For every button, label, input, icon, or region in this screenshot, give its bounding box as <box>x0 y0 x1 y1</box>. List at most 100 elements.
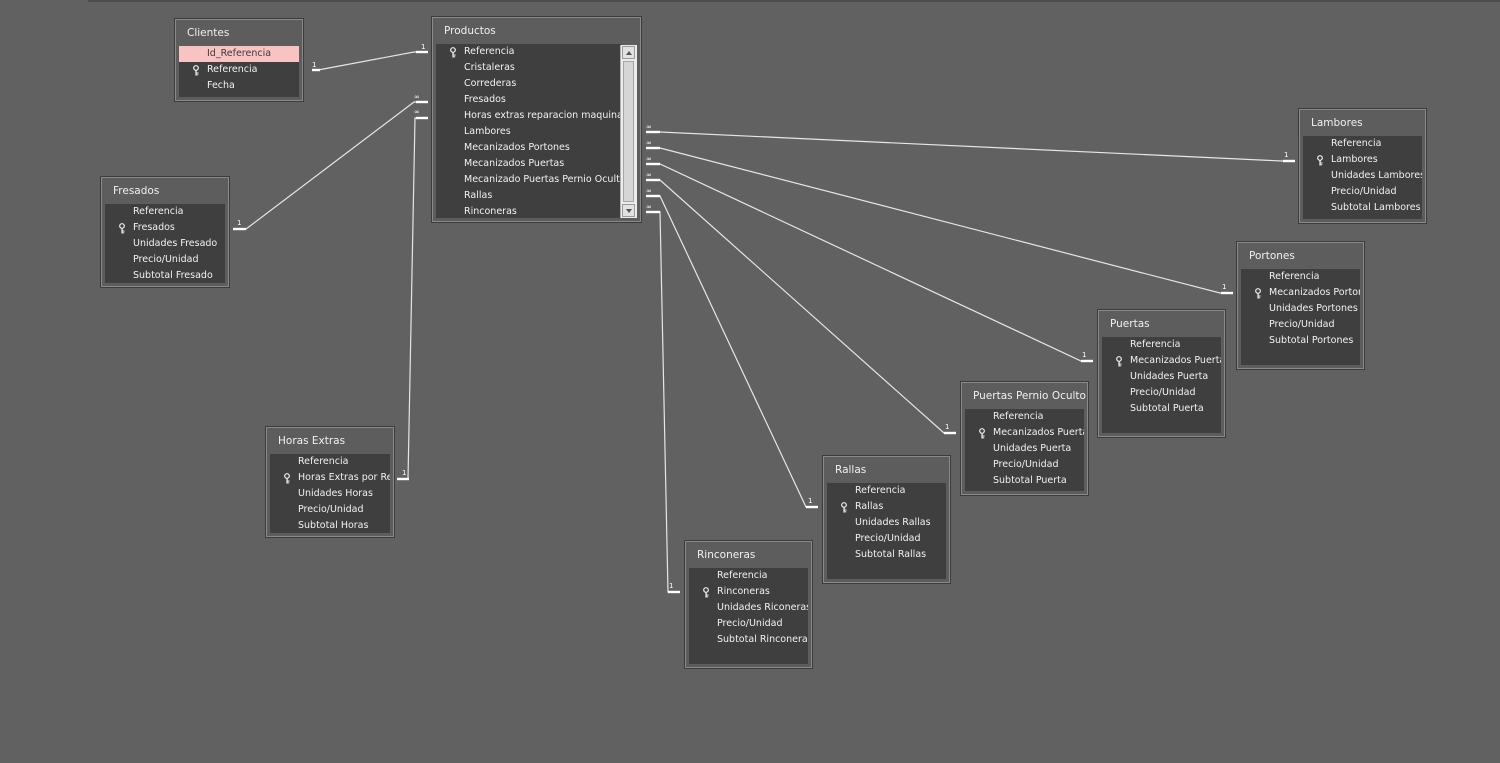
field-row[interactable]: Fecha <box>179 78 299 94</box>
field-row[interactable]: Precio/Unidad <box>689 616 808 632</box>
field-row[interactable]: Unidades Fresado <box>105 236 225 252</box>
table-rinconeras[interactable]: Rinconeras Referencia Rinconeras Unidade… <box>685 541 812 668</box>
field-name: Referencia <box>298 456 349 467</box>
field-row[interactable]: Referencia <box>1102 337 1221 353</box>
table-lambores[interactable]: Lambores Referencia Lambores Unidades La… <box>1299 109 1426 223</box>
field-row[interactable]: Rallas <box>827 499 946 515</box>
table-title[interactable]: Puertas Pernio Oculto <box>962 383 1087 409</box>
field-list[interactable]: Referencia Horas Extras por Rep Unidades… <box>270 454 390 533</box>
table-clientes[interactable]: Clientes Id_Referencia Referencia Fecha <box>175 19 303 101</box>
field-list[interactable]: Referencia Cristaleras Correderas Fresad… <box>436 44 621 218</box>
table-portones[interactable]: Portones Referencia Mecanizados Porton U… <box>1237 242 1364 369</box>
field-row[interactable]: Referencia <box>270 454 390 470</box>
card-one: 1 <box>669 582 673 590</box>
table-rallas[interactable]: Rallas Referencia Rallas Unidades Rallas… <box>823 456 950 583</box>
field-row[interactable]: Subtotal Puerta <box>965 473 1084 489</box>
field-list[interactable]: Referencia Lambores Unidades Lambores Pr… <box>1303 136 1422 219</box>
field-row[interactable]: Referencia <box>689 568 808 584</box>
vertical-scrollbar[interactable] <box>620 45 637 218</box>
table-title[interactable]: Horas Extras <box>267 428 393 454</box>
field-row[interactable]: Referencia <box>436 44 621 60</box>
field-row[interactable]: Precio/Unidad <box>1102 385 1221 401</box>
field-row[interactable]: Cristaleras <box>436 60 621 76</box>
field-row[interactable]: Subtotal Horas <box>270 518 390 533</box>
field-row[interactable]: Subtotal Fresado <box>105 268 225 283</box>
field-row[interactable]: Unidades Horas <box>270 486 390 502</box>
field-row[interactable]: Mecanizados Puertas <box>436 156 621 172</box>
field-row[interactable]: Unidades Riconeras <box>689 600 808 616</box>
table-title[interactable]: Lambores <box>1300 110 1425 136</box>
field-list[interactable]: Referencia Rallas Unidades Rallas Precio… <box>827 483 946 579</box>
field-row[interactable]: Subtotal Puerta <box>1102 401 1221 417</box>
field-row[interactable]: Mecanizados Puerta <box>965 425 1084 441</box>
field-row[interactable]: Referencia <box>965 409 1084 425</box>
field-row[interactable]: Horas extras reparacion maquina <box>436 108 621 124</box>
field-list[interactable]: Referencia Rinconeras Unidades Riconeras… <box>689 568 808 664</box>
field-row[interactable]: Referencia <box>179 62 299 78</box>
field-row[interactable]: Mecanizados Portones <box>436 140 621 156</box>
table-title[interactable]: Clientes <box>176 20 302 46</box>
field-row[interactable]: Precio/Unidad <box>105 252 225 268</box>
field-row[interactable]: Unidades Puerta <box>1102 369 1221 385</box>
field-list[interactable]: Id_Referencia Referencia Fecha <box>179 46 299 97</box>
card-one: 1 <box>808 497 812 505</box>
field-row[interactable]: Horas Extras por Rep <box>270 470 390 486</box>
field-list[interactable]: Referencia Mecanizados Puerta Unidades P… <box>965 409 1084 491</box>
table-title[interactable]: Fresados <box>102 178 228 204</box>
field-row[interactable]: Rallas <box>436 188 621 204</box>
field-row[interactable]: Referencia <box>827 483 946 499</box>
scroll-up-arrow-icon[interactable] <box>622 46 635 59</box>
field-row[interactable]: Subtotal Rinconeras <box>689 632 808 648</box>
table-productos[interactable]: Productos Referencia Cristaleras Correde… <box>432 17 641 222</box>
table-title[interactable]: Puertas <box>1099 311 1224 337</box>
field-name: Precio/Unidad <box>298 504 364 515</box>
field-row[interactable]: Correderas <box>436 76 621 92</box>
field-list[interactable]: Referencia Fresados Unidades Fresado Pre… <box>105 204 225 283</box>
field-row[interactable]: Rinconeras <box>689 584 808 600</box>
scroll-thumb[interactable] <box>623 61 634 202</box>
field-row[interactable]: Referencia <box>105 204 225 220</box>
table-title[interactable]: Rinconeras <box>686 542 811 568</box>
field-name: Subtotal Horas <box>298 520 369 531</box>
card-one: 1 <box>1222 283 1226 291</box>
field-name: Mecanizados Puertas <box>464 158 565 169</box>
table-title[interactable]: Rallas <box>824 457 949 483</box>
scroll-down-arrow-icon[interactable] <box>622 204 635 217</box>
table-fresados[interactable]: Fresados Referencia Fresados Unidades Fr… <box>101 177 229 287</box>
field-row[interactable]: Referencia <box>1241 269 1360 285</box>
table-puertas-pernio-oculto[interactable]: Puertas Pernio Oculto Referencia Mecaniz… <box>961 382 1088 495</box>
field-row[interactable]: Rinconeras <box>436 204 621 218</box>
field-row[interactable]: Subtotal Portones <box>1241 333 1360 349</box>
field-row[interactable]: Unidades Puerta <box>965 441 1084 457</box>
field-row[interactable]: Precio/Unidad <box>1303 184 1422 200</box>
field-row[interactable]: Precio/Unidad <box>965 457 1084 473</box>
field-name: Subtotal Puerta <box>1130 403 1204 414</box>
card-one: 1 <box>1284 151 1288 159</box>
field-row[interactable]: Mecanizados Puerta <box>1102 353 1221 369</box>
field-row[interactable]: Unidades Lambores <box>1303 168 1422 184</box>
field-list[interactable]: Referencia Mecanizados Porton Unidades P… <box>1241 269 1360 365</box>
field-row[interactable]: Unidades Portones <box>1241 301 1360 317</box>
field-row[interactable]: Subtotal Rallas <box>827 547 946 563</box>
field-name: Fecha <box>207 80 235 91</box>
field-row[interactable]: Subtotal Lambores <box>1303 200 1422 216</box>
field-row[interactable]: Precio/Unidad <box>827 531 946 547</box>
field-row[interactable]: Mecanizados Porton <box>1241 285 1360 301</box>
field-row[interactable]: Fresados <box>436 92 621 108</box>
field-name: Precio/Unidad <box>1269 319 1335 330</box>
field-row[interactable]: Fresados <box>105 220 225 236</box>
field-row[interactable]: Precio/Unidad <box>1241 317 1360 333</box>
table-title[interactable]: Productos <box>433 18 640 44</box>
field-row[interactable]: Lambores <box>436 124 621 140</box>
field-row[interactable]: Id_Referencia <box>179 46 299 62</box>
table-puertas[interactable]: Puertas Referencia Mecanizados Puerta Un… <box>1098 310 1225 437</box>
field-row[interactable]: Unidades Rallas <box>827 515 946 531</box>
field-list[interactable]: Referencia Mecanizados Puerta Unidades P… <box>1102 337 1221 433</box>
table-horas-extras[interactable]: Horas Extras Referencia Horas Extras por… <box>266 427 394 537</box>
field-row[interactable]: Mecanizado Puertas Pernio Oculto <box>436 172 621 188</box>
field-row[interactable]: Precio/Unidad <box>270 502 390 518</box>
table-title[interactable]: Portones <box>1238 243 1363 269</box>
card-one: 1 <box>237 219 241 227</box>
field-row[interactable]: Referencia <box>1303 136 1422 152</box>
field-row[interactable]: Lambores <box>1303 152 1422 168</box>
